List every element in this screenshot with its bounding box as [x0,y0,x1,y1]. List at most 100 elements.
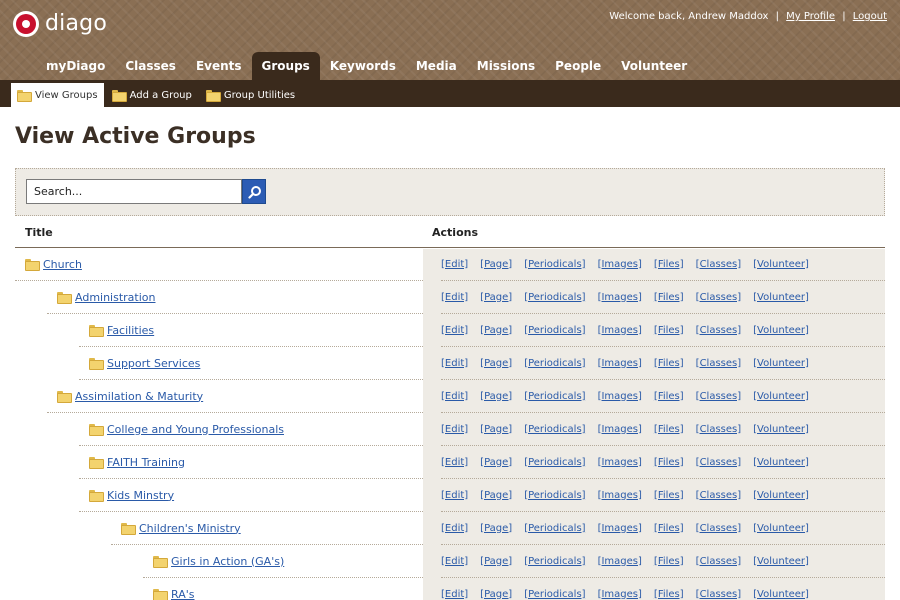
images-action-link[interactable]: [Images] [598,391,642,402]
volunteer-action-link[interactable]: [Volunteer] [753,358,809,369]
volunteer-action-link[interactable]: [Volunteer] [753,259,809,270]
images-action-link[interactable]: [Images] [598,292,642,303]
periodicals-action-link[interactable]: [Periodicals] [524,457,585,468]
files-action-link[interactable]: [Files] [654,589,684,600]
edit-action-link[interactable]: [Edit] [441,457,468,468]
page-action-link[interactable]: [Page] [480,424,512,435]
files-action-link[interactable]: [Files] [654,292,684,303]
page-action-link[interactable]: [Page] [480,325,512,336]
page-action-link[interactable]: [Page] [480,490,512,501]
images-action-link[interactable]: [Images] [598,325,642,336]
group-link[interactable]: College and Young Professionals [107,423,284,436]
images-action-link[interactable]: [Images] [598,556,642,567]
group-link[interactable]: Church [43,258,82,271]
group-link[interactable]: Assimilation & Maturity [75,390,203,403]
group-link[interactable]: Support Services [107,357,200,370]
group-link[interactable]: Facilities [107,324,154,337]
logo[interactable]: diago [13,11,107,37]
classes-action-link[interactable]: [Classes] [696,391,741,402]
periodicals-action-link[interactable]: [Periodicals] [524,259,585,270]
tab-classes[interactable]: Classes [115,52,186,80]
page-action-link[interactable]: [Page] [480,523,512,534]
classes-action-link[interactable]: [Classes] [696,292,741,303]
images-action-link[interactable]: [Images] [598,358,642,369]
classes-action-link[interactable]: [Classes] [696,424,741,435]
volunteer-action-link[interactable]: [Volunteer] [753,523,809,534]
classes-action-link[interactable]: [Classes] [696,556,741,567]
classes-action-link[interactable]: [Classes] [696,259,741,270]
page-action-link[interactable]: [Page] [480,556,512,567]
tab-volunteer[interactable]: Volunteer [611,52,697,80]
volunteer-action-link[interactable]: [Volunteer] [753,292,809,303]
volunteer-action-link[interactable]: [Volunteer] [753,457,809,468]
group-link[interactable]: Kids Minstry [107,489,174,502]
edit-action-link[interactable]: [Edit] [441,589,468,600]
page-action-link[interactable]: [Page] [480,457,512,468]
subtab-add-group[interactable]: Add a Group [106,83,198,107]
group-link[interactable]: FAITH Training [107,456,185,469]
classes-action-link[interactable]: [Classes] [696,589,741,600]
classes-action-link[interactable]: [Classes] [696,457,741,468]
page-action-link[interactable]: [Page] [480,589,512,600]
volunteer-action-link[interactable]: [Volunteer] [753,490,809,501]
files-action-link[interactable]: [Files] [654,259,684,270]
images-action-link[interactable]: [Images] [598,457,642,468]
group-link[interactable]: RA's [171,588,194,600]
logout-link[interactable]: Logout [853,11,887,22]
images-action-link[interactable]: [Images] [598,424,642,435]
images-action-link[interactable]: [Images] [598,523,642,534]
search-input[interactable] [26,179,242,204]
tab-media[interactable]: Media [406,52,467,80]
classes-action-link[interactable]: [Classes] [696,325,741,336]
edit-action-link[interactable]: [Edit] [441,523,468,534]
tab-events[interactable]: Events [186,52,252,80]
my-profile-link[interactable]: My Profile [786,11,835,22]
files-action-link[interactable]: [Files] [654,358,684,369]
classes-action-link[interactable]: [Classes] [696,358,741,369]
periodicals-action-link[interactable]: [Periodicals] [524,325,585,336]
volunteer-action-link[interactable]: [Volunteer] [753,556,809,567]
search-button[interactable] [242,179,266,204]
files-action-link[interactable]: [Files] [654,325,684,336]
page-action-link[interactable]: [Page] [480,358,512,369]
edit-action-link[interactable]: [Edit] [441,424,468,435]
edit-action-link[interactable]: [Edit] [441,325,468,336]
group-link[interactable]: Administration [75,291,156,304]
classes-action-link[interactable]: [Classes] [696,523,741,534]
volunteer-action-link[interactable]: [Volunteer] [753,325,809,336]
volunteer-action-link[interactable]: [Volunteer] [753,391,809,402]
images-action-link[interactable]: [Images] [598,589,642,600]
files-action-link[interactable]: [Files] [654,424,684,435]
files-action-link[interactable]: [Files] [654,523,684,534]
tab-people[interactable]: People [545,52,611,80]
edit-action-link[interactable]: [Edit] [441,259,468,270]
tab-missions[interactable]: Missions [467,52,545,80]
periodicals-action-link[interactable]: [Periodicals] [524,589,585,600]
group-link[interactable]: Children's Ministry [139,522,241,535]
group-link[interactable]: Girls in Action (GA's) [171,555,284,568]
periodicals-action-link[interactable]: [Periodicals] [524,556,585,567]
tab-keywords[interactable]: Keywords [320,52,406,80]
classes-action-link[interactable]: [Classes] [696,490,741,501]
files-action-link[interactable]: [Files] [654,457,684,468]
periodicals-action-link[interactable]: [Periodicals] [524,391,585,402]
periodicals-action-link[interactable]: [Periodicals] [524,358,585,369]
images-action-link[interactable]: [Images] [598,259,642,270]
images-action-link[interactable]: [Images] [598,490,642,501]
edit-action-link[interactable]: [Edit] [441,292,468,303]
edit-action-link[interactable]: [Edit] [441,490,468,501]
tab-groups[interactable]: Groups [251,52,320,80]
periodicals-action-link[interactable]: [Periodicals] [524,424,585,435]
page-action-link[interactable]: [Page] [480,391,512,402]
files-action-link[interactable]: [Files] [654,490,684,501]
volunteer-action-link[interactable]: [Volunteer] [753,424,809,435]
volunteer-action-link[interactable]: [Volunteer] [753,589,809,600]
periodicals-action-link[interactable]: [Periodicals] [524,292,585,303]
files-action-link[interactable]: [Files] [654,391,684,402]
subtab-view-groups[interactable]: View Groups [11,83,104,107]
edit-action-link[interactable]: [Edit] [441,556,468,567]
page-action-link[interactable]: [Page] [480,259,512,270]
edit-action-link[interactable]: [Edit] [441,391,468,402]
periodicals-action-link[interactable]: [Periodicals] [524,490,585,501]
page-action-link[interactable]: [Page] [480,292,512,303]
